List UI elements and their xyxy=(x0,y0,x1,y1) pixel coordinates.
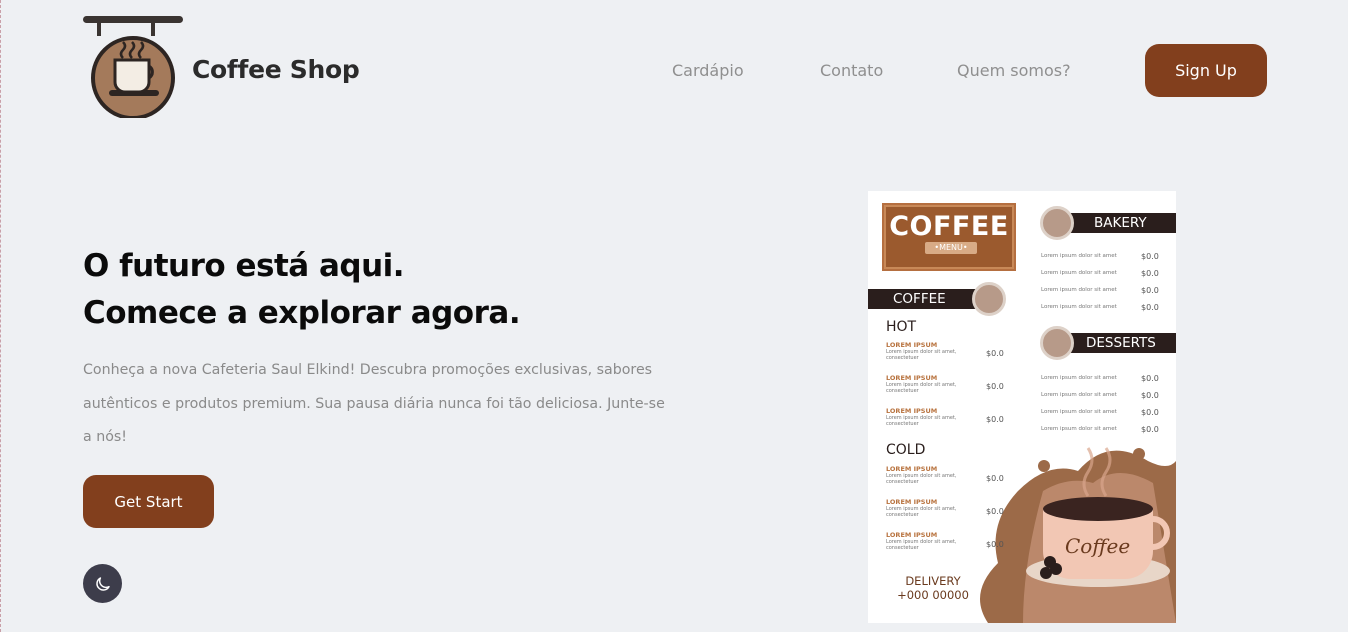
menu-cold-title: COLD xyxy=(886,442,926,458)
sign-up-button[interactable]: Sign Up xyxy=(1145,44,1267,97)
logo-icon[interactable] xyxy=(83,14,183,120)
brand-name[interactable]: Coffee Shop xyxy=(192,55,360,84)
menu-subtitle: •MENU• xyxy=(925,242,977,254)
nav-link-quem-somos[interactable]: Quem somos? xyxy=(957,61,1071,80)
menu-item-name: LOREM IPSUM xyxy=(886,407,938,415)
menu-bakery-line: Lorem ipsum dolor sit amet xyxy=(1041,304,1117,310)
menu-item-name: LOREM IPSUM xyxy=(886,341,938,349)
menu-item-price: $0.0 xyxy=(986,540,1004,549)
menu-title: COFFEE xyxy=(889,211,1009,242)
menu-bakery-bar: BAKERY xyxy=(1064,213,1176,233)
donut-icon xyxy=(1040,326,1074,360)
menu-item-price: $0.0 xyxy=(986,382,1004,391)
coffee-cup-icon xyxy=(972,282,1006,316)
menu-bakery-line: Lorem ipsum dolor sit amet xyxy=(1041,270,1117,276)
menu-desserts-price: $0.0 xyxy=(1141,391,1159,400)
get-start-button[interactable]: Get Start xyxy=(83,475,214,528)
page-edge xyxy=(0,0,2,632)
menu-item-price: $0.0 xyxy=(986,349,1004,358)
menu-desserts-bar: DESSERTS xyxy=(1064,333,1176,353)
menu-bakery-price: $0.0 xyxy=(1141,269,1159,278)
menu-item-name: LOREM IPSUM xyxy=(886,498,938,506)
menu-bakery-price: $0.0 xyxy=(1141,303,1159,312)
menu-item-desc: Lorem ipsum dolor sit amet, consectetuer xyxy=(886,539,957,551)
menu-item-desc: Lorem ipsum dolor sit amet, consectetuer xyxy=(886,415,957,427)
menu-item-price: $0.0 xyxy=(986,415,1004,424)
menu-item-desc: Lorem ipsum dolor sit amet, consectetuer xyxy=(886,473,957,485)
menu-bakery-line: Lorem ipsum dolor sit amet xyxy=(1041,287,1117,293)
menu-item-price: $0.0 xyxy=(986,507,1004,516)
menu-item-price: $0.0 xyxy=(986,474,1004,483)
moon-icon xyxy=(95,576,110,591)
menu-item-desc: Lorem ipsum dolor sit amet, consectetuer xyxy=(886,506,957,518)
menu-hot-title: HOT xyxy=(886,319,917,335)
menu-desserts-price: $0.0 xyxy=(1141,374,1159,383)
menu-desserts-line: Lorem ipsum dolor sit amet xyxy=(1041,375,1117,381)
menu-phone: +000 00000 xyxy=(897,588,969,602)
menu-desserts-line: Lorem ipsum dolor sit amet xyxy=(1041,426,1117,432)
coffee-menu-image: COFFEE •MENU• COFFEE HOT LOREM IPSUM Lor… xyxy=(868,191,1176,623)
nav-link-contato[interactable]: Contato xyxy=(820,61,883,80)
menu-item-name: LOREM IPSUM xyxy=(886,465,938,473)
theme-toggle-button[interactable] xyxy=(83,564,122,603)
menu-item-desc: Lorem ipsum dolor sit amet, consectetuer xyxy=(886,382,957,394)
menu-desserts-line: Lorem ipsum dolor sit amet xyxy=(1041,392,1117,398)
croissant-icon xyxy=(1040,206,1074,240)
nav-link-cardapio[interactable]: Cardápio xyxy=(672,61,744,80)
hero-headline-1: O futuro está aqui. xyxy=(83,248,405,284)
menu-item-name: LOREM IPSUM xyxy=(886,374,938,382)
menu-item-desc: Lorem ipsum dolor sit amet, consectetuer xyxy=(886,349,957,361)
hero-description: Conheça a nova Cafeteria Saul Elkind! De… xyxy=(83,362,665,445)
menu-desserts-line: Lorem ipsum dolor sit amet xyxy=(1041,409,1117,415)
menu-bakery-price: $0.0 xyxy=(1141,286,1159,295)
menu-item-name: LOREM IPSUM xyxy=(886,531,938,539)
menu-delivery: DELIVERY xyxy=(905,574,961,588)
menu-bakery-price: $0.0 xyxy=(1141,252,1159,261)
hero-headline-2: Comece a explorar agora. xyxy=(83,295,521,331)
cup-label: Coffee xyxy=(1065,534,1131,558)
menu-desserts-price: $0.0 xyxy=(1141,408,1159,417)
menu-bakery-line: Lorem ipsum dolor sit amet xyxy=(1041,253,1117,259)
menu-desserts-price: $0.0 xyxy=(1141,425,1159,434)
